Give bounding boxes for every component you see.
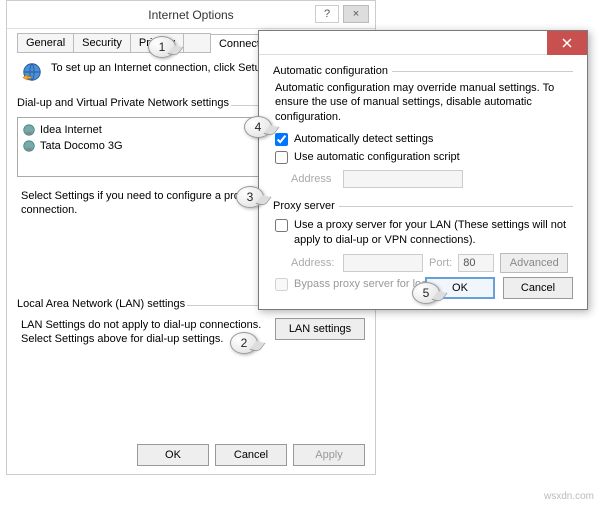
lan-settings-button[interactable]: LAN settings: [275, 318, 365, 340]
lan-body: Automatic configuration Automatic config…: [259, 55, 587, 313]
connection-icon: [22, 139, 36, 153]
tab-hidden[interactable]: [183, 33, 211, 52]
cancel-button[interactable]: Cancel: [215, 444, 287, 466]
io-footer: OK Cancel Apply: [137, 444, 365, 466]
auto-script-label: Use automatic configuration script: [294, 150, 460, 164]
io-titlebar: Internet Options ? ×: [7, 1, 375, 29]
lan-footer: OK Cancel: [425, 277, 573, 299]
io-title: Internet Options: [148, 8, 233, 22]
auto-detect-checkbox[interactable]: [275, 133, 288, 146]
auto-detect-row[interactable]: Automatically detect settings: [273, 130, 573, 148]
lan-titlebar: [259, 31, 587, 55]
use-proxy-label: Use a proxy server for your LAN (These s…: [294, 218, 573, 247]
list-item-label: Tata Docomo 3G: [40, 140, 123, 152]
close-button[interactable]: ×: [343, 5, 369, 23]
proxy-address-label: Address:: [291, 257, 337, 269]
watermark: wsxdn.com: [544, 491, 594, 502]
connection-icon: [22, 123, 36, 137]
cancel-button[interactable]: Cancel: [503, 277, 573, 299]
apply-button[interactable]: Apply: [293, 444, 365, 466]
callout-4: 4: [244, 116, 272, 138]
globe-arrow-icon: [21, 61, 43, 83]
script-address-input: [343, 170, 463, 188]
tab-security[interactable]: Security: [73, 33, 131, 52]
tab-general[interactable]: General: [17, 33, 74, 52]
port-label: Port:: [429, 257, 452, 269]
dialup-label: Dial-up and Virtual Private Network sett…: [17, 97, 229, 109]
lan-settings-dialog: Automatic configuration Automatic config…: [258, 30, 588, 310]
address-label: Address: [291, 173, 337, 185]
callout-1: 1: [148, 36, 176, 58]
callout-2: 2: [230, 332, 258, 354]
auto-config-desc: Automatic configuration may override man…: [273, 81, 573, 124]
list-item-label: Idea Internet: [40, 124, 102, 136]
callout-5: 5: [412, 282, 440, 304]
proxy-address-row: Address: Port: Advanced: [273, 249, 573, 275]
advanced-button: Advanced: [500, 253, 568, 273]
close-icon: [562, 38, 572, 48]
proxy-label: Proxy server: [273, 200, 335, 212]
auto-script-checkbox[interactable]: [275, 151, 288, 164]
bypass-checkbox: [275, 278, 288, 291]
close-button[interactable]: [547, 31, 587, 55]
auto-script-row[interactable]: Use automatic configuration script: [273, 148, 573, 166]
auto-detect-label: Automatically detect settings: [294, 132, 433, 146]
lan-group-label: Local Area Network (LAN) settings: [17, 298, 185, 310]
auto-config-group: Automatic configuration Automatic config…: [273, 65, 573, 190]
callout-3: 3: [236, 186, 264, 208]
ok-button[interactable]: OK: [137, 444, 209, 466]
script-address-row: Address: [273, 166, 573, 190]
auto-config-label: Automatic configuration: [273, 65, 388, 77]
port-input: [458, 254, 494, 272]
proxy-address-input: [343, 254, 423, 272]
use-proxy-checkbox[interactable]: [275, 219, 288, 232]
use-proxy-row[interactable]: Use a proxy server for your LAN (These s…: [273, 216, 573, 249]
help-button[interactable]: ?: [315, 5, 339, 23]
